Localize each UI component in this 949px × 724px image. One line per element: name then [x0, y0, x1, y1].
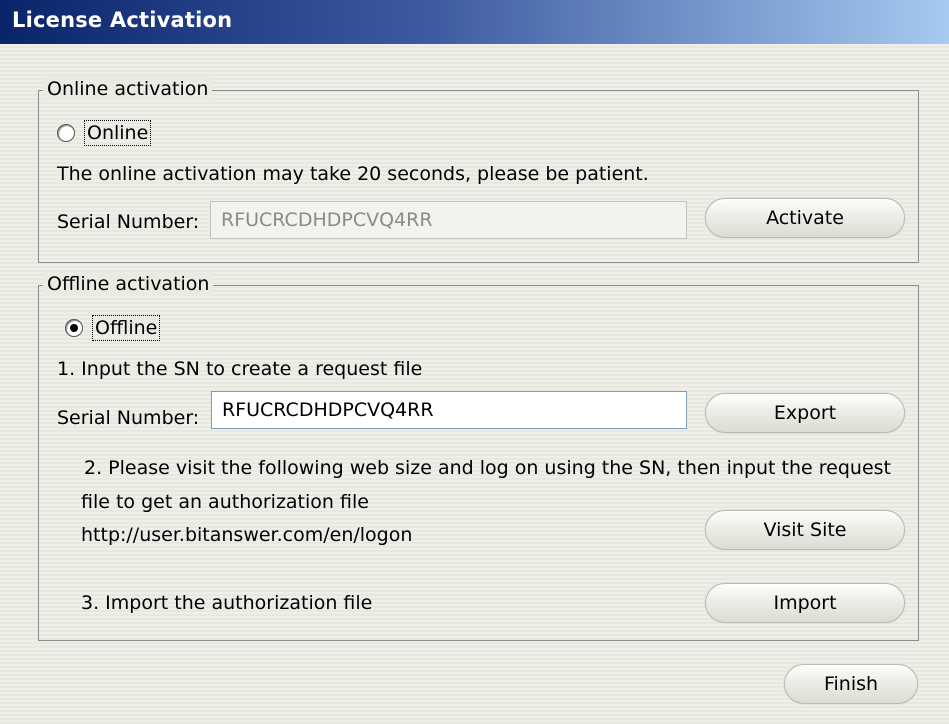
online-serial-number-field[interactable]: RFUCRCDHDPCVQ4RR	[210, 201, 687, 239]
offline-activation-group: Offline activation Offline 1. Input the …	[38, 272, 919, 641]
online-radio-label[interactable]: Online	[83, 120, 152, 146]
offline-radio-option[interactable]: Offline	[65, 315, 161, 341]
license-activation-window: License Activation Online activation Onl…	[0, 0, 949, 724]
offline-activation-group-label: Offline activation	[43, 272, 214, 296]
export-button[interactable]: Export	[705, 393, 905, 433]
online-radio-option[interactable]: Online	[57, 120, 152, 146]
window-title: License Activation	[12, 8, 233, 32]
offline-step1-text: 1. Input the SN to create a request file	[57, 358, 423, 380]
online-activation-note: The online activation may take 20 second…	[57, 163, 649, 185]
online-activation-group-label: Online activation	[43, 77, 213, 101]
offline-step3-text: 3. Import the authorization file	[81, 592, 373, 614]
offline-step2-line1: 2. Please visit the following web size a…	[84, 457, 891, 479]
offline-radio-label[interactable]: Offline	[91, 315, 161, 341]
import-button[interactable]: Import	[705, 583, 905, 623]
online-serial-number-label: Serial Number:	[57, 211, 200, 233]
online-radio-button[interactable]	[57, 124, 75, 142]
activate-button[interactable]: Activate	[705, 198, 905, 238]
offline-activation-url: http://user.bitanswer.com/en/logon	[81, 524, 413, 546]
offline-radio-button[interactable]	[65, 319, 83, 337]
offline-step2-line2: file to get an authorization file	[81, 491, 369, 513]
visit-site-button[interactable]: Visit Site	[705, 510, 905, 550]
offline-serial-number-field[interactable]: RFUCRCDHDPCVQ4RR	[211, 391, 687, 429]
offline-serial-number-label: Serial Number:	[57, 407, 200, 429]
online-activation-group: Online activation Online The online acti…	[38, 77, 919, 263]
title-bar: License Activation	[0, 0, 949, 44]
finish-button[interactable]: Finish	[784, 664, 918, 704]
